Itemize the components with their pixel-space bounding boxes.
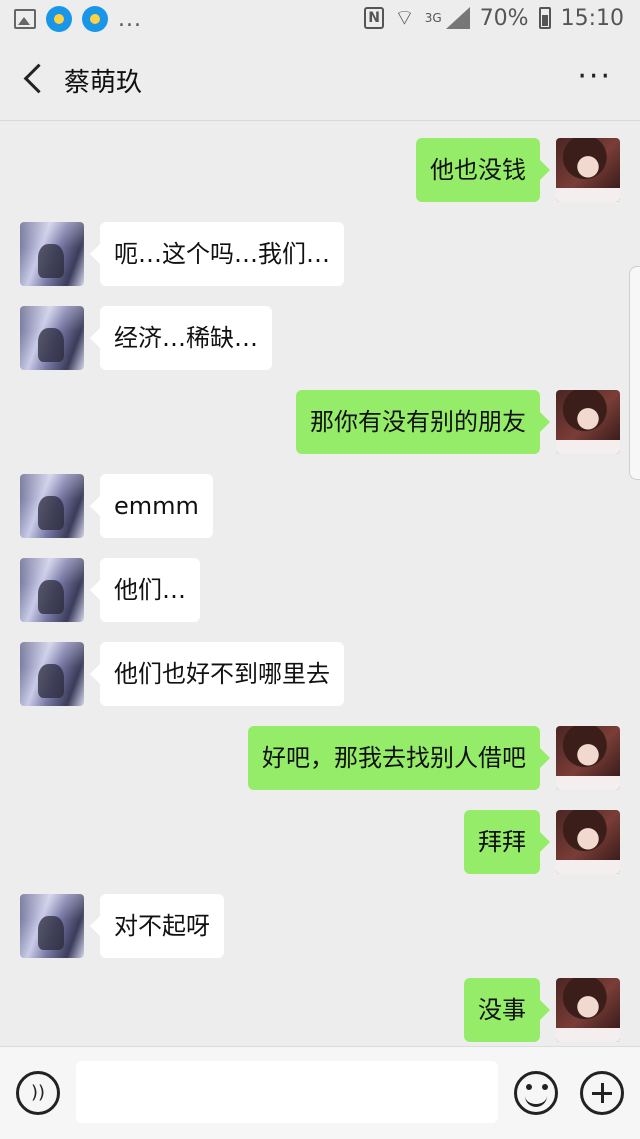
message-row: 那你有没有别的朋友 <box>0 390 640 454</box>
message-row: 对不起呀 <box>0 894 640 958</box>
message-bubble-outgoing[interactable]: 好吧，那我去找别人借吧 <box>248 726 550 790</box>
notification-more: ... <box>118 6 142 32</box>
my-avatar[interactable] <box>556 390 620 454</box>
message-row: emmm <box>0 474 640 538</box>
contact-avatar[interactable] <box>20 894 84 958</box>
message-bubble-incoming[interactable]: 经济…稀缺… <box>90 306 272 370</box>
message-bubble-incoming[interactable]: 他们… <box>90 558 200 622</box>
voice-icon[interactable]: )) <box>16 1071 60 1115</box>
more-options-button[interactable]: ··· <box>577 62 612 92</box>
message-row: 他也没钱 <box>0 138 640 202</box>
message-bubble-incoming[interactable]: 呃…这个吗…我们… <box>90 222 344 286</box>
message-row: 拜拜 <box>0 810 640 874</box>
message-row: 呃…这个吗…我们… <box>0 222 640 286</box>
contact-avatar[interactable] <box>20 474 84 538</box>
weather-icon <box>82 6 108 32</box>
nav-bar: 蔡萌玖 ··· <box>0 40 640 121</box>
signal-icon <box>445 7 470 29</box>
message-bubble-incoming[interactable]: 他们也好不到哪里去 <box>90 642 344 706</box>
message-input[interactable] <box>76 1061 498 1123</box>
network-type: 3G <box>424 11 442 25</box>
wifi-icon: ⌔ <box>394 6 415 31</box>
chat-title: 蔡萌玖 <box>64 68 143 98</box>
contact-avatar[interactable] <box>20 558 84 622</box>
battery-icon <box>538 7 551 29</box>
message-bubble-outgoing[interactable]: 他也没钱 <box>416 138 550 202</box>
message-bubble-incoming[interactable]: emmm <box>90 474 213 538</box>
status-right: N ⌔ 3G 70% 15:10 <box>364 4 624 32</box>
battery-percent: 70% <box>479 5 529 31</box>
gallery-icon <box>14 9 36 29</box>
message-row: 经济…稀缺… <box>0 306 640 370</box>
message-row: 他们… <box>0 558 640 622</box>
my-avatar[interactable] <box>556 138 620 202</box>
emoji-icon[interactable] <box>514 1071 558 1115</box>
contact-avatar[interactable] <box>20 222 84 286</box>
message-row: 没事 <box>0 978 640 1042</box>
weather-icon <box>46 6 72 32</box>
status-left: ... <box>14 6 142 32</box>
plus-icon[interactable] <box>580 1071 624 1115</box>
contact-avatar[interactable] <box>20 306 84 370</box>
message-bubble-outgoing[interactable]: 没事 <box>464 978 550 1042</box>
scroll-handle[interactable] <box>629 266 640 480</box>
input-bar: )) <box>0 1046 640 1139</box>
status-bar: ... N ⌔ 3G 70% 15:10 <box>0 0 640 40</box>
my-avatar[interactable] <box>556 810 620 874</box>
message-bubble-outgoing[interactable]: 那你有没有别的朋友 <box>296 390 550 454</box>
my-avatar[interactable] <box>556 726 620 790</box>
message-row: 他们也好不到哪里去 <box>0 642 640 706</box>
message-bubble-outgoing[interactable]: 拜拜 <box>464 810 550 874</box>
clock: 15:10 <box>560 5 624 31</box>
contact-avatar[interactable] <box>20 642 84 706</box>
nfc-icon: N <box>364 7 385 29</box>
back-button[interactable] <box>20 62 50 98</box>
my-avatar[interactable] <box>556 978 620 1042</box>
message-bubble-incoming[interactable]: 对不起呀 <box>90 894 224 958</box>
message-row: 好吧，那我去找别人借吧 <box>0 726 640 790</box>
